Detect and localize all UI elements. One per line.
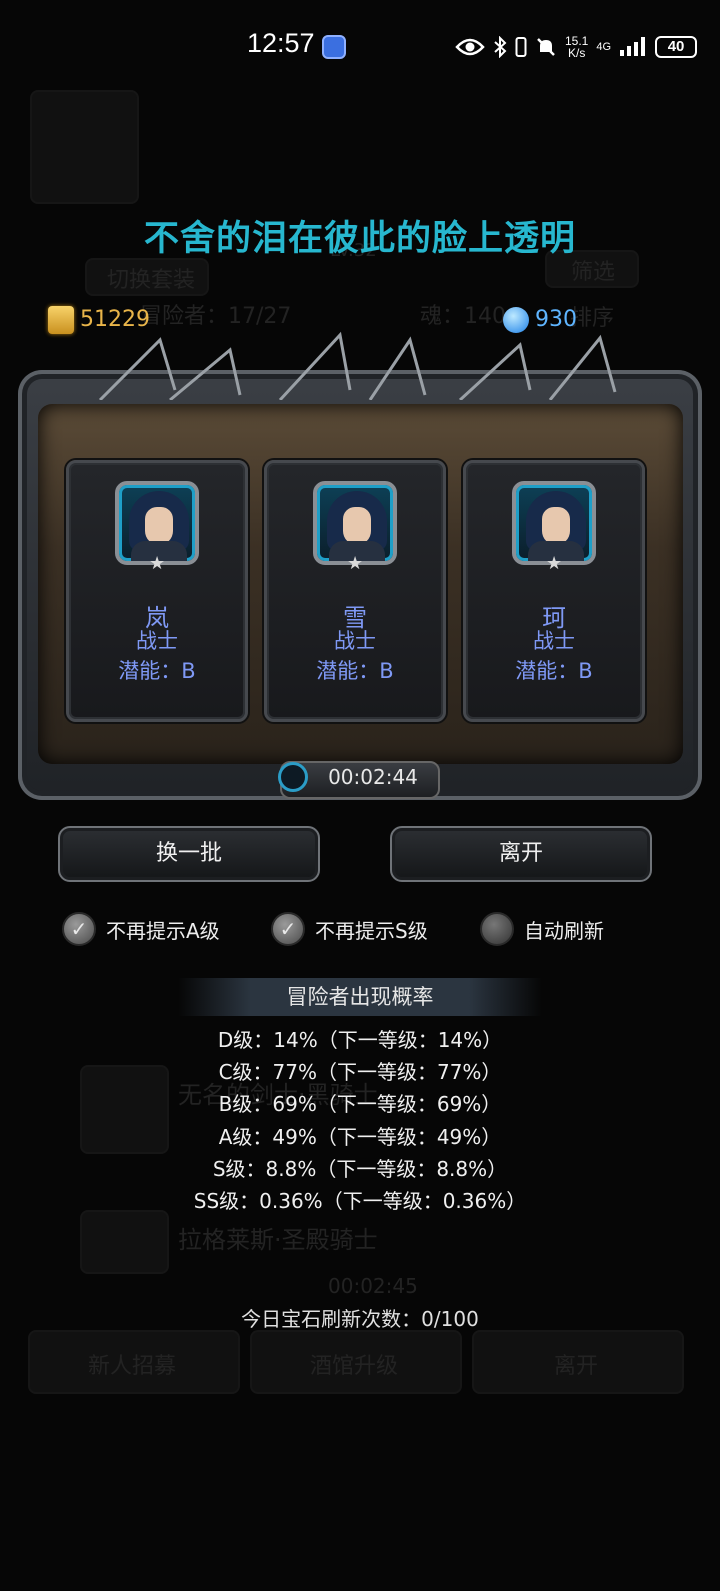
- status-time: 12:57: [247, 28, 315, 58]
- option-auto-refresh[interactable]: 自动刷新: [480, 912, 604, 946]
- option-label: 不再提示A级: [106, 918, 220, 943]
- probability-line-s: S级：8.8%（下一等级：8.8%）: [212, 1157, 508, 1181]
- star-icon: ★: [347, 553, 364, 574]
- bg-row-name-2: 拉格莱斯·圣殿骑士: [178, 1226, 378, 1254]
- probability-line-ss: SS级：0.36%（下一等级：0.36%）: [193, 1189, 527, 1213]
- bg-leave-button: 离开: [472, 1330, 684, 1394]
- probability-line-a: A级：49%（下一等级：49%）: [218, 1125, 502, 1149]
- candidate-card-2[interactable]: ★ 雪 战士 潜能：B: [264, 460, 446, 722]
- daily-gem-refresh-count: 今日宝石刷新次数：0/100: [241, 1307, 479, 1331]
- battery-icon: 40: [655, 36, 698, 58]
- bg-switch-set: 切换套装: [85, 258, 209, 296]
- candidate-class: 战士: [334, 629, 376, 653]
- network-type: 4G: [596, 40, 612, 53]
- refresh-timer: 00:02:44: [328, 765, 418, 789]
- frame-spikes-decoration: [98, 331, 617, 400]
- bg-recruit-button: 新人招募: [28, 1330, 240, 1394]
- status-bar: 12:57 15.1 K/s 4G 40: [0, 0, 720, 90]
- candidate-potential: 潜能：B: [515, 659, 593, 683]
- candidate-class: 战士: [136, 629, 178, 653]
- probability-line-b: B级：69%（下一等级：69%）: [218, 1092, 502, 1116]
- gold-coin-icon: [48, 306, 74, 334]
- gold-amount: 51229: [80, 307, 150, 332]
- candidate-card-3[interactable]: ★ 珂 战士 潜能：B: [463, 460, 645, 722]
- bg-row-avatar-2: [80, 1210, 169, 1274]
- app-notification-icon: [322, 35, 346, 59]
- probability-title: 冒险者出现概率: [178, 978, 542, 1016]
- candidate-potential: 潜能：B: [316, 659, 394, 683]
- eye-icon: [455, 38, 485, 56]
- star-icon: ★: [546, 553, 563, 574]
- bg-soul: 魂：140: [420, 304, 506, 329]
- leave-button[interactable]: 离开: [390, 826, 652, 882]
- bg-upgrade-button: 酒馆升级: [250, 1330, 462, 1394]
- unchecked-circle-icon[interactable]: [480, 912, 514, 946]
- gem-amount: 930: [535, 307, 577, 332]
- checkmark-icon[interactable]: ✓: [62, 912, 96, 946]
- bg-hero-slot: [30, 90, 139, 204]
- status-icons: 15.1 K/s 4G 40: [455, 32, 698, 62]
- bg-timer: 00:02:45: [328, 1274, 418, 1298]
- option-skip-a-grade[interactable]: ✓ 不再提示A级: [62, 912, 220, 946]
- option-skip-s-grade[interactable]: ✓ 不再提示S级: [271, 912, 428, 946]
- refresh-batch-button[interactable]: 换一批: [58, 826, 320, 882]
- bg-adventurer-count: 冒险者：17/27: [140, 304, 292, 329]
- option-label: 自动刷新: [524, 918, 604, 943]
- candidate-card-1[interactable]: ★ 岚 战士 潜能：B: [66, 460, 248, 722]
- probability-line-d: D级：14%（下一等级：14%）: [217, 1028, 503, 1052]
- vibrate-icon: [515, 37, 527, 57]
- probability-line-c: C级：77%（下一等级：77%）: [218, 1060, 502, 1084]
- signal-icon: [620, 37, 646, 56]
- candidate-potential: 潜能：B: [118, 659, 196, 683]
- mute-bell-icon: [537, 38, 555, 56]
- candidate-class: 战士: [533, 629, 575, 653]
- star-icon: ★: [149, 553, 166, 574]
- bluetooth-icon: [494, 36, 507, 58]
- banner-text: 不舍的泪在彼此的脸上透明: [143, 219, 576, 259]
- option-label: 不再提示S级: [315, 918, 428, 943]
- network-speed: 15.1 K/s: [565, 34, 589, 60]
- checkmark-icon[interactable]: ✓: [271, 912, 305, 946]
- clock-icon: [278, 762, 308, 792]
